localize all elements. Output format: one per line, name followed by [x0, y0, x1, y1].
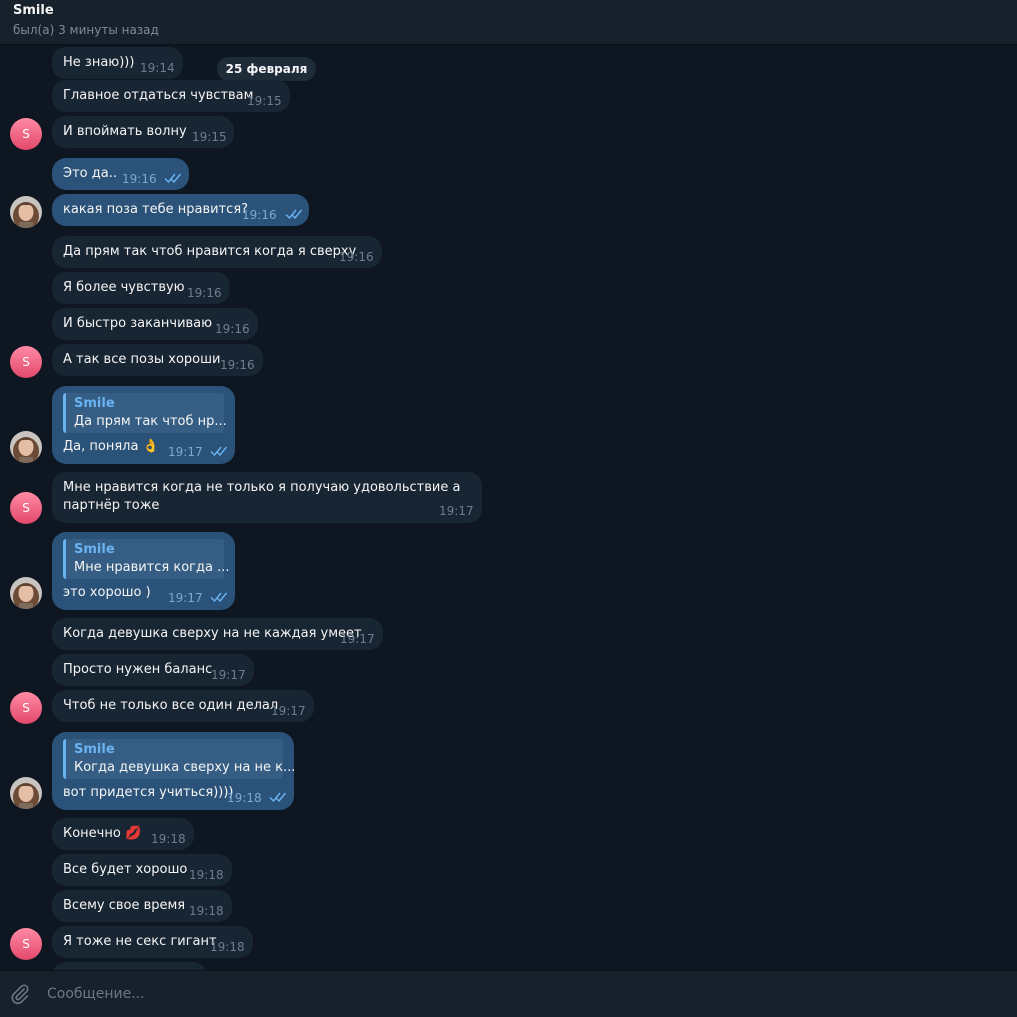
user-avatar[interactable]: [10, 431, 42, 463]
chat-header[interactable]: Smile был(а) 3 минуты назад: [0, 0, 1017, 45]
message-time: 19:17: [439, 504, 474, 518]
user-avatar[interactable]: [10, 577, 42, 609]
message-outgoing[interactable]: Это да.. 19:16: [52, 158, 189, 190]
message-text: И впоймать волну: [63, 124, 187, 139]
reply-author: Smile: [74, 542, 115, 557]
reply-author: Smile: [74, 742, 115, 757]
user-avatar[interactable]: [10, 196, 42, 228]
reply-author: Smile: [74, 396, 115, 411]
message-time: 19:18: [227, 791, 262, 805]
message-time: 19:15: [192, 130, 227, 144]
message-incoming[interactable]: А так все позы хороши 19:16: [52, 344, 263, 376]
contact-avatar[interactable]: S: [10, 928, 42, 960]
message-time: 19:17: [211, 668, 246, 682]
double-check-icon: [269, 791, 287, 803]
message-outgoing-reply[interactable]: Smile Когда девушка сверху на не к... во…: [52, 732, 295, 810]
message-text: Я более чувствую: [63, 280, 185, 295]
message-time: 19:17: [168, 591, 203, 605]
contact-avatar[interactable]: S: [10, 346, 42, 378]
message-time: 19:16: [242, 208, 277, 222]
message-text: А так все позы хороши: [63, 352, 221, 367]
message-text: это хорошо ): [63, 585, 151, 600]
message-text: Когда девушка сверху на не каждая умеет: [63, 626, 362, 641]
double-check-icon: [210, 445, 228, 457]
message-text: Не знаю))): [63, 55, 135, 70]
contact-avatar[interactable]: S: [10, 692, 42, 724]
message-list[interactable]: Не знаю))) 19:14 25 февраля Главное отда…: [0, 45, 1017, 970]
message-time: 19:17: [168, 445, 203, 459]
reply-text: Мне нравится когда ...: [74, 560, 230, 575]
message-incoming[interactable]: Я тоже не секс гигант 19:18: [52, 926, 253, 958]
message-text: И быстро заканчиваю: [63, 316, 213, 331]
chat-title: Smile: [13, 3, 54, 18]
message-text: Чтоб не только все один делал: [63, 698, 279, 713]
message-time: 19:18: [151, 832, 186, 846]
message-time: 19:18: [189, 868, 224, 882]
paperclip-icon[interactable]: [9, 983, 31, 1005]
message-incoming[interactable]: Главное отдаться чувствам 19:15: [52, 80, 290, 112]
message-composer: [0, 970, 1017, 1017]
message-time: 19:16: [122, 172, 157, 186]
message-time: 19:15: [247, 94, 282, 108]
message-incoming[interactable]: Не знаю))) 19:14: [52, 47, 183, 79]
message-incoming[interactable]: Да прям так чтоб нравится когда я сверху…: [52, 236, 382, 268]
last-seen-status: был(а) 3 минуты назад: [13, 23, 159, 37]
message-time: 19:17: [271, 704, 306, 718]
message-input[interactable]: [45, 979, 989, 1009]
message-text: Конечно 💋: [63, 826, 142, 841]
message-text: Я тоже не секс гигант: [63, 934, 217, 949]
message-text-line-1: Мне нравится когда не только я получаю у…: [63, 480, 461, 495]
message-incoming[interactable]: И впоймать волну 19:15: [52, 116, 234, 148]
message-text: какая поза тебе нравится?: [63, 202, 249, 217]
message-outgoing[interactable]: какая поза тебе нравится? 19:16: [52, 194, 309, 226]
reply-quote[interactable]: Smile Когда девушка сверху на не к...: [63, 739, 295, 779]
message-incoming[interactable]: Всему свое время 19:18: [52, 890, 232, 922]
message-time: 19:16: [220, 358, 255, 372]
message-incoming[interactable]: Все будет хорошо 19:18: [52, 854, 232, 886]
date-separator: 25 февраля: [217, 57, 316, 81]
message-incoming-partial[interactable]: [52, 962, 207, 970]
message-text: Все будет хорошо: [63, 862, 188, 877]
message-time: 19:18: [189, 904, 224, 918]
message-incoming[interactable]: Конечно 💋 19:18: [52, 818, 194, 850]
double-check-icon: [164, 172, 182, 184]
reply-text: Да прям так чтоб нр...: [74, 414, 227, 429]
message-text: Да прям так чтоб нравится когда я сверху: [63, 244, 357, 259]
message-incoming[interactable]: Я более чувствую 19:16: [52, 272, 230, 304]
message-incoming[interactable]: Чтоб не только все один делал 19:17: [52, 690, 314, 722]
message-time: 19:14: [140, 61, 175, 75]
message-text: Просто нужен баланс: [63, 662, 213, 677]
double-check-icon: [210, 591, 228, 603]
message-incoming[interactable]: Когда девушка сверху на не каждая умеет …: [52, 618, 383, 650]
message-outgoing-reply[interactable]: Smile Да прям так чтоб нр... Да, поняла …: [52, 386, 235, 464]
reply-quote[interactable]: Smile Мне нравится когда ...: [63, 539, 229, 579]
message-text-line-2: партнёр тоже: [63, 498, 160, 513]
message-time: 19:16: [215, 322, 250, 336]
message-incoming[interactable]: И быстро заканчиваю 19:16: [52, 308, 258, 340]
message-text: Это да..: [63, 166, 117, 181]
message-incoming[interactable]: Мне нравится когда не только я получаю у…: [52, 472, 482, 523]
message-time: 19:16: [339, 250, 374, 264]
user-avatar[interactable]: [10, 777, 42, 809]
contact-avatar[interactable]: S: [10, 492, 42, 524]
message-time: 19:18: [210, 940, 245, 954]
contact-avatar[interactable]: S: [10, 118, 42, 150]
reply-quote[interactable]: Smile Да прям так чтоб нр...: [63, 393, 227, 433]
message-time: 19:16: [187, 286, 222, 300]
message-text: Всему свое время: [63, 898, 186, 913]
double-check-icon: [285, 208, 303, 220]
message-incoming[interactable]: Просто нужен баланс 19:17: [52, 654, 254, 686]
message-outgoing-reply[interactable]: Smile Мне нравится когда ... это хорошо …: [52, 532, 235, 610]
message-text: Да, поняла 👌: [63, 439, 159, 454]
reply-text: Когда девушка сверху на не к...: [74, 760, 296, 775]
message-time: 19:17: [340, 632, 375, 646]
message-text: вот придется учиться)))): [63, 785, 234, 800]
message-text: Главное отдаться чувствам: [63, 88, 254, 103]
